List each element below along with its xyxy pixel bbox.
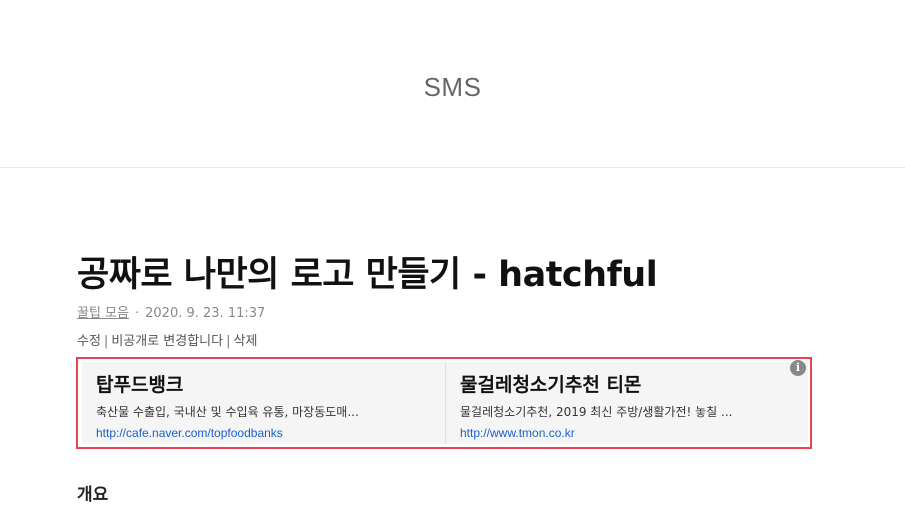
edit-link[interactable]: 수정 <box>77 334 101 349</box>
delete-link[interactable]: 삭제 <box>233 334 257 349</box>
ad-info-icon[interactable]: i <box>790 360 806 376</box>
admin-separator: | <box>226 334 231 349</box>
ad-headline[interactable]: 물걸레청소기추천 티몬 <box>460 370 796 397</box>
ad-description: 물걸레청소기추천, 2019 최신 주방/생활가전! 놓칠 ... <box>460 405 733 419</box>
site-title[interactable]: SMS <box>0 72 905 103</box>
ad-item[interactable]: 물걸레청소기추천 티몬 물걸레청소기추천, 2019 최신 주방/생활가전! 놓… <box>445 362 808 444</box>
site-header: SMS <box>0 0 905 168</box>
meta-separator: · <box>134 306 140 321</box>
post-admin-links: 수정 | 비공개로 변경합니다 | 삭제 <box>77 330 257 349</box>
post-date: 2020. 9. 23. 11:37 <box>145 306 266 321</box>
post-title: 공짜로 나만의 로고 만들기 - hatchful <box>77 255 658 295</box>
ad-item[interactable]: 탑푸드뱅크 축산물 수출입, 국내산 및 수입육 유통, 마장동도매... ht… <box>82 362 445 444</box>
make-private-link[interactable]: 비공개로 변경합니다 <box>111 334 223 349</box>
ad-container: 탑푸드뱅크 축산물 수출입, 국내산 및 수입육 유통, 마장동도매... ht… <box>82 362 808 444</box>
ad-banner: 탑푸드뱅크 축산물 수출입, 국내산 및 수입육 유통, 마장동도매... ht… <box>76 357 812 449</box>
ad-url[interactable]: http://www.tmon.co.kr <box>460 426 796 440</box>
ad-headline[interactable]: 탑푸드뱅크 <box>96 370 433 397</box>
ad-url[interactable]: http://cafe.naver.com/topfoodbanks <box>96 426 433 440</box>
admin-separator: | <box>103 334 109 349</box>
ad-description: 축산물 수출입, 국내산 및 수입육 유통, 마장동도매... <box>96 405 359 419</box>
post-meta: 꿀팁 모음 · 2020. 9. 23. 11:37 <box>77 302 265 321</box>
post-category-link[interactable]: 꿀팁 모음 <box>77 306 129 321</box>
section-heading: 개요 <box>77 485 109 505</box>
